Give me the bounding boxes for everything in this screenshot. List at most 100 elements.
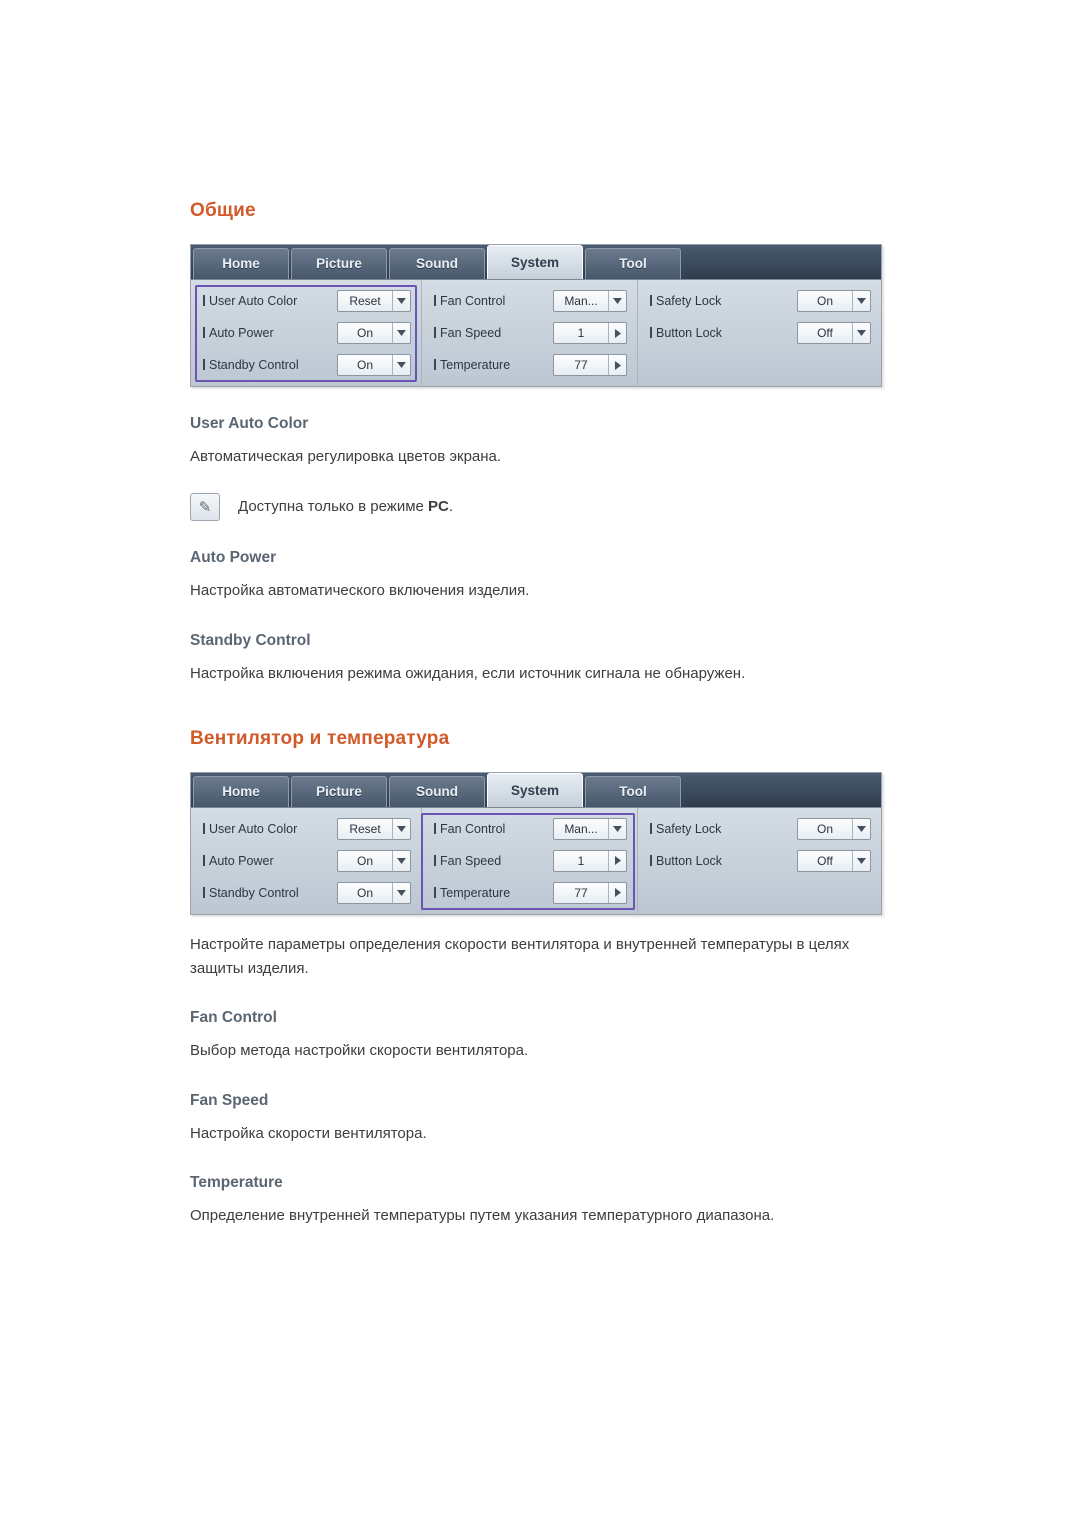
osd-stepper-temperature-2[interactable]: 77 (553, 881, 627, 904)
osd-dropdown-user-auto-color-2[interactable]: Reset (337, 817, 411, 840)
osd-tab-tool-2[interactable]: Tool (585, 775, 681, 807)
bullet-bar-icon (650, 327, 652, 338)
chevron-down-icon[interactable] (392, 323, 410, 343)
chevron-down-icon[interactable] (392, 355, 410, 375)
osd-column-general-2: User Auto Color Reset Auto Power On Stan… (191, 808, 421, 914)
osd-tab-picture[interactable]: Picture (291, 248, 387, 279)
osd-tab-tool[interactable]: Tool (585, 248, 681, 279)
chevron-right-icon[interactable] (608, 850, 626, 871)
bullet-bar-icon (650, 854, 652, 866)
osd-dropdown-safety-lock[interactable]: On (797, 290, 871, 312)
chevron-down-icon[interactable] (852, 850, 870, 871)
text-temperature: Определение внутренней температуры путем… (190, 1207, 775, 1225)
osd-dropdown-button-lock[interactable]: Off (797, 322, 871, 344)
osd-dropdown-auto-power-2[interactable]: On (337, 849, 411, 872)
osd-value-fan-speed-2: 1 (577, 853, 585, 868)
osd-tab-sound-2[interactable]: Sound (389, 775, 485, 807)
osd-row-auto-power-2[interactable]: Auto Power On (201, 849, 411, 873)
chevron-down-icon[interactable] (392, 850, 410, 871)
osd-dropdown-button-lock-2[interactable]: Off (797, 849, 871, 872)
chevron-right-icon[interactable] (608, 323, 626, 343)
bullet-bar-icon (203, 886, 205, 898)
osd-dropdown-standby-control[interactable]: On (337, 354, 411, 376)
text-fan-temp-intro: Настройте параметры определения скорости… (190, 935, 850, 978)
osd-row-user-auto-color[interactable]: User Auto Color Reset (201, 289, 411, 313)
osd-label-button-lock-2: Button Lock (648, 854, 797, 868)
osd-row-button-lock[interactable]: Button Lock Off (648, 321, 871, 345)
section-title-fan-temp: Вентилятор и температура (190, 727, 450, 749)
osd-tab-system[interactable]: System (487, 245, 583, 279)
note-block-pc-only: ✎ Доступна только в режиме PC. (190, 493, 890, 522)
chevron-down-icon[interactable] (852, 818, 870, 839)
subheading-auto-power: Auto Power (190, 549, 277, 567)
osd-value-button-lock-2: Off (817, 853, 833, 868)
osd-panel-2: User Auto Color Reset Auto Power On Stan… (191, 807, 881, 914)
osd-stepper-fan-speed[interactable]: 1 (553, 322, 627, 344)
osd-stepper-temperature[interactable]: 77 (553, 354, 627, 376)
bullet-bar-icon (434, 822, 436, 834)
osd-row-temperature-2[interactable]: Temperature 77 (432, 881, 627, 905)
subheading-fan-control: Fan Control (190, 1009, 277, 1027)
osd-column-fan-2: Fan Control Man... Fan Speed 1 Temperatu… (421, 807, 637, 914)
osd-label-temperature-2: Temperature (432, 886, 553, 900)
chevron-down-icon[interactable] (392, 818, 410, 839)
osd-row-auto-power[interactable]: Auto Power On (201, 321, 411, 345)
osd-dropdown-auto-power[interactable]: On (337, 322, 411, 344)
osd-value-fan-control-2: Man... (564, 821, 598, 836)
osd-figure-general: Home Picture Sound System Tool User Auto… (190, 244, 890, 387)
osd-row-user-auto-color-2[interactable]: User Auto Color Reset (201, 817, 411, 841)
osd-row-standby-control-2[interactable]: Standby Control On (201, 881, 411, 905)
osd-dropdown-standby-control-2[interactable]: On (337, 881, 411, 904)
osd-row-fan-speed-2[interactable]: Fan Speed 1 (432, 849, 627, 873)
bullet-bar-icon (203, 295, 205, 306)
osd-tab-home[interactable]: Home (193, 248, 289, 279)
osd-row-temperature[interactable]: Temperature 77 (432, 353, 627, 377)
osd-dropdown-fan-control[interactable]: Man... (553, 290, 627, 312)
chevron-right-icon[interactable] (608, 355, 626, 375)
osd-tab-system-2[interactable]: System (487, 772, 583, 807)
chevron-down-icon[interactable] (852, 291, 870, 311)
osd-window: Home Picture Sound System Tool User Auto… (190, 244, 882, 387)
osd-dropdown-safety-lock-2[interactable]: On (797, 817, 871, 840)
osd-stepper-fan-speed-2[interactable]: 1 (553, 849, 627, 872)
osd-value-user-auto-color: Reset (349, 294, 381, 308)
subheading-temperature: Temperature (190, 1174, 283, 1192)
chevron-right-icon[interactable] (608, 882, 626, 903)
chevron-down-icon[interactable] (608, 291, 626, 311)
osd-column-general: User Auto Color Reset Auto Power On Stan… (191, 280, 421, 386)
osd-row-safety-lock[interactable]: Safety Lock On (648, 289, 871, 313)
osd-label-safety-lock: Safety Lock (648, 294, 797, 308)
section-title-general: Общие (190, 200, 256, 221)
osd-tab-home-2[interactable]: Home (193, 775, 289, 807)
osd-row-fan-speed[interactable]: Fan Speed 1 (432, 321, 627, 345)
osd-row-safety-lock-2[interactable]: Safety Lock On (648, 817, 871, 841)
page-content: Общие Home Picture Sound System Tool Use… (190, 200, 890, 1232)
osd-dropdown-user-auto-color[interactable]: Reset (337, 290, 411, 312)
osd-label-auto-power: Auto Power (201, 326, 337, 340)
osd-label-user-auto-color: User Auto Color (201, 294, 337, 308)
osd-tab-bar: Home Picture Sound System Tool (191, 245, 881, 280)
osd-value-standby-control-2: On (356, 885, 373, 900)
osd-row-fan-control[interactable]: Fan Control Man... (432, 289, 627, 313)
osd-label-fan-control: Fan Control (432, 294, 553, 308)
osd-tab-picture-2[interactable]: Picture (291, 775, 387, 807)
osd-label-standby-control: Standby Control (201, 358, 337, 372)
osd-row-fan-control-2[interactable]: Fan Control Man... (432, 817, 627, 841)
text-standby-control: Настройка включения режима ожидания, есл… (190, 664, 746, 682)
osd-dropdown-fan-control-2[interactable]: Man... (553, 817, 627, 840)
subheading-fan-speed: Fan Speed (190, 1091, 269, 1109)
osd-row-standby-control[interactable]: Standby Control On (201, 353, 411, 377)
bullet-bar-icon (434, 295, 436, 306)
chevron-down-icon[interactable] (392, 882, 410, 903)
bullet-bar-icon (434, 327, 436, 338)
subheading-standby-control: Standby Control (190, 631, 311, 649)
chevron-down-icon[interactable] (852, 323, 870, 343)
chevron-down-icon[interactable] (392, 291, 410, 311)
bullet-bar-icon (203, 822, 205, 834)
chevron-down-icon[interactable] (608, 818, 626, 839)
bullet-bar-icon (650, 295, 652, 306)
osd-label-auto-power-2: Auto Power (201, 854, 337, 868)
osd-value-button-lock: Off (817, 326, 833, 340)
osd-row-button-lock-2[interactable]: Button Lock Off (648, 849, 871, 873)
osd-tab-sound[interactable]: Sound (389, 248, 485, 279)
